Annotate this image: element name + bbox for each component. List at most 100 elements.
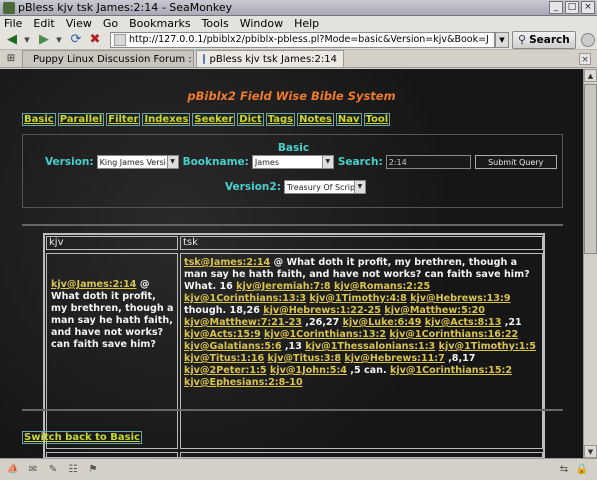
cross-reference-link[interactable]: kjv@1Corinthians:15:2 <box>390 365 512 376</box>
stop-icon[interactable]: ✖ <box>87 32 103 48</box>
url-input[interactable] <box>129 34 489 45</box>
cross-reference-link[interactable]: kjv@1Timothy:4:8 <box>309 293 406 304</box>
version2-select[interactable]: Treasury Of Scrip ▼ <box>283 180 366 194</box>
cross-reference-link[interactable]: kjv@1Corinthians:13:3 <box>184 293 306 304</box>
nav-link-filter[interactable]: Filter <box>106 113 141 126</box>
cross-reference-link[interactable]: kjv@1Timothy:1:5 <box>439 341 536 352</box>
cross-reference-link[interactable]: kjv@Matthew:7:21-23 <box>184 317 302 328</box>
menu-file[interactable]: File <box>4 17 22 30</box>
close-window-button[interactable]: × <box>581 1 595 14</box>
separator-text: ,26,27 <box>301 317 343 328</box>
maximize-button[interactable]: □ <box>565 1 579 14</box>
url-bar[interactable] <box>110 31 495 48</box>
search-input[interactable]: 2:14 <box>385 155 471 169</box>
nav-link-basic[interactable]: Basic <box>22 113 56 126</box>
submit-query-button[interactable]: Submit Query <box>474 155 557 169</box>
menu-bar: File Edit View Go Bookmarks Tools Window… <box>0 16 597 30</box>
tsk-verse-link[interactable]: tsk@James:2:14 <box>184 257 270 268</box>
version-select[interactable]: King James Versi ▼ <box>96 155 179 169</box>
nav-link-nav[interactable]: Nav <box>335 113 362 126</box>
chat-icon[interactable]: ⚑ <box>86 464 100 476</box>
search-button[interactable]: ⚲ Search <box>512 30 576 49</box>
nav-link-notes[interactable]: Notes <box>297 113 334 126</box>
cross-reference-link[interactable]: kjv@Titus:3:8 <box>268 353 342 364</box>
navigator-icon[interactable]: ⛵ <box>6 464 20 476</box>
forward-dropdown-icon[interactable]: ▼ <box>55 32 63 48</box>
cross-reference-link[interactable]: kjv@Galatians:5:6 <box>184 341 282 352</box>
navigation-toolbar: ◀ ▼ ▶ ▼ ⟳ ✖ ▼ ⚲ Search <box>0 30 597 50</box>
back-arrow-icon[interactable]: ◀ <box>4 32 20 48</box>
switch-back-link[interactable]: Switch back to Basic <box>22 431 142 444</box>
cross-reference-link[interactable]: kjv@Matthew:5:20 <box>384 305 485 316</box>
nav-link-parallel[interactable]: Parallel <box>57 113 105 126</box>
menu-go[interactable]: Go <box>103 17 118 30</box>
cross-reference-link[interactable]: kjv@Hebrews:11:7 <box>344 353 444 364</box>
address-book-icon[interactable]: ☷ <box>66 464 80 476</box>
cross-reference-link[interactable]: kjv@Hebrews:13:9 <box>410 293 510 304</box>
tab-bar: ⊞ Puppy Linux Discussion Forum :: Po... … <box>0 50 597 68</box>
kjv-verse-link[interactable]: kjv@James:2:14 <box>51 279 136 290</box>
url-dropdown-icon[interactable]: ▼ <box>495 31 509 48</box>
forward-arrow-icon[interactable]: ▶ <box>36 32 52 48</box>
cross-reference-link[interactable]: kjv@Titus:1:16 <box>184 353 264 364</box>
tab-puppy-forum[interactable]: Puppy Linux Discussion Forum :: Po... <box>22 50 194 67</box>
column-header-kjv: kjv <box>46 236 178 250</box>
bookname-label: Bookname: <box>182 156 249 168</box>
cross-reference-link[interactable]: kjv@1Corinthians:13:2 <box>264 329 386 340</box>
mail-icon[interactable]: ✉ <box>26 464 40 476</box>
menu-bookmarks[interactable]: Bookmarks <box>129 17 190 30</box>
cross-reference-link[interactable]: kjv@Romans:2:25 <box>334 281 430 292</box>
cross-reference-link[interactable]: kjv@Jeremiah:7:8 <box>236 281 330 292</box>
minimize-button[interactable]: _ <box>549 1 563 14</box>
online-status-icon[interactable]: ⇆ <box>557 464 571 476</box>
separator-text: ,13 <box>281 341 306 352</box>
search-form: Basic Version: King James Versi ▼ Bookna… <box>22 134 563 208</box>
nav-link-indexes[interactable]: Indexes <box>142 113 191 126</box>
form-title: Basic <box>277 142 310 154</box>
scroll-up-icon[interactable]: ▲ <box>584 69 597 82</box>
menu-tools[interactable]: Tools <box>202 17 229 30</box>
reload-icon[interactable]: ⟳ <box>68 32 84 48</box>
cross-reference-link[interactable]: kjv@1Corinthians:16:22 <box>389 329 518 340</box>
tsk-cell: tsk@James:2:14 @ What doth it profit, my… <box>180 253 543 449</box>
app-title: pBiblx2 Field Wise Bible System <box>187 89 396 103</box>
search-button-label: Search <box>529 33 570 46</box>
back-dropdown-icon[interactable]: ▼ <box>23 32 31 48</box>
seamonkey-icon <box>3 1 15 14</box>
version-select-value: King James Versi <box>99 157 166 167</box>
cross-reference-link[interactable]: kjv@Acts:15:9 <box>184 329 261 340</box>
cross-reference-link[interactable]: kjv@Ephesians:2:8-10 <box>184 377 303 388</box>
bookname-select[interactable]: James ▼ <box>251 155 334 169</box>
new-tab-icon[interactable]: ⊞ <box>2 51 20 67</box>
chevron-down-icon: ▼ <box>353 181 365 193</box>
nav-link-tool[interactable]: Tool <box>363 113 391 126</box>
composer-icon[interactable]: ✎ <box>46 464 60 476</box>
separator-text: ,5 can. <box>346 365 390 376</box>
scroll-thumb[interactable] <box>584 84 597 254</box>
page-icon <box>114 33 126 46</box>
version-label: Version: <box>45 156 94 168</box>
separator-text: ,8,17 <box>444 353 476 364</box>
cross-reference-link[interactable]: kjv@Hebrews:1:22-25 <box>263 305 381 316</box>
menu-edit[interactable]: Edit <box>33 17 54 30</box>
tab-favicon-icon <box>203 54 206 64</box>
form-row-main: Version: King James Versi ▼ Bookname: Ja… <box>45 155 557 169</box>
nav-link-dict[interactable]: Dict <box>237 113 264 126</box>
tab-pbless[interactable]: pBless kjv tsk James:2:14 <box>196 50 344 67</box>
tab-label: Puppy Linux Discussion Forum :: Po... <box>33 53 193 65</box>
cross-reference-link[interactable]: kjv@1John:5:4 <box>270 365 347 376</box>
menu-help[interactable]: Help <box>294 17 319 30</box>
security-lock-icon: 🔒 <box>575 463 589 475</box>
menu-view[interactable]: View <box>66 17 92 30</box>
close-tab-icon[interactable]: × <box>579 52 591 65</box>
scroll-down-icon[interactable]: ▼ <box>584 445 597 458</box>
nav-link-seeker[interactable]: Seeker <box>192 113 236 126</box>
cross-reference-link[interactable]: kjv@1Thessalonians:1:3 <box>305 341 435 352</box>
menu-window[interactable]: Window <box>240 17 283 30</box>
window-titlebar: pBless kjv tsk James:2:14 - SeaMonkey _ … <box>0 0 597 16</box>
cross-reference-link[interactable]: kjv@2Peter:1:5 <box>184 365 267 376</box>
cross-reference-link[interactable]: kjv@Acts:8:13 <box>425 317 502 328</box>
nav-link-tags[interactable]: Tags <box>265 113 296 126</box>
cross-reference-link[interactable]: kjv@Luke:6:49 <box>343 317 422 328</box>
vertical-scrollbar[interactable]: ▲ ▼ <box>583 69 597 458</box>
